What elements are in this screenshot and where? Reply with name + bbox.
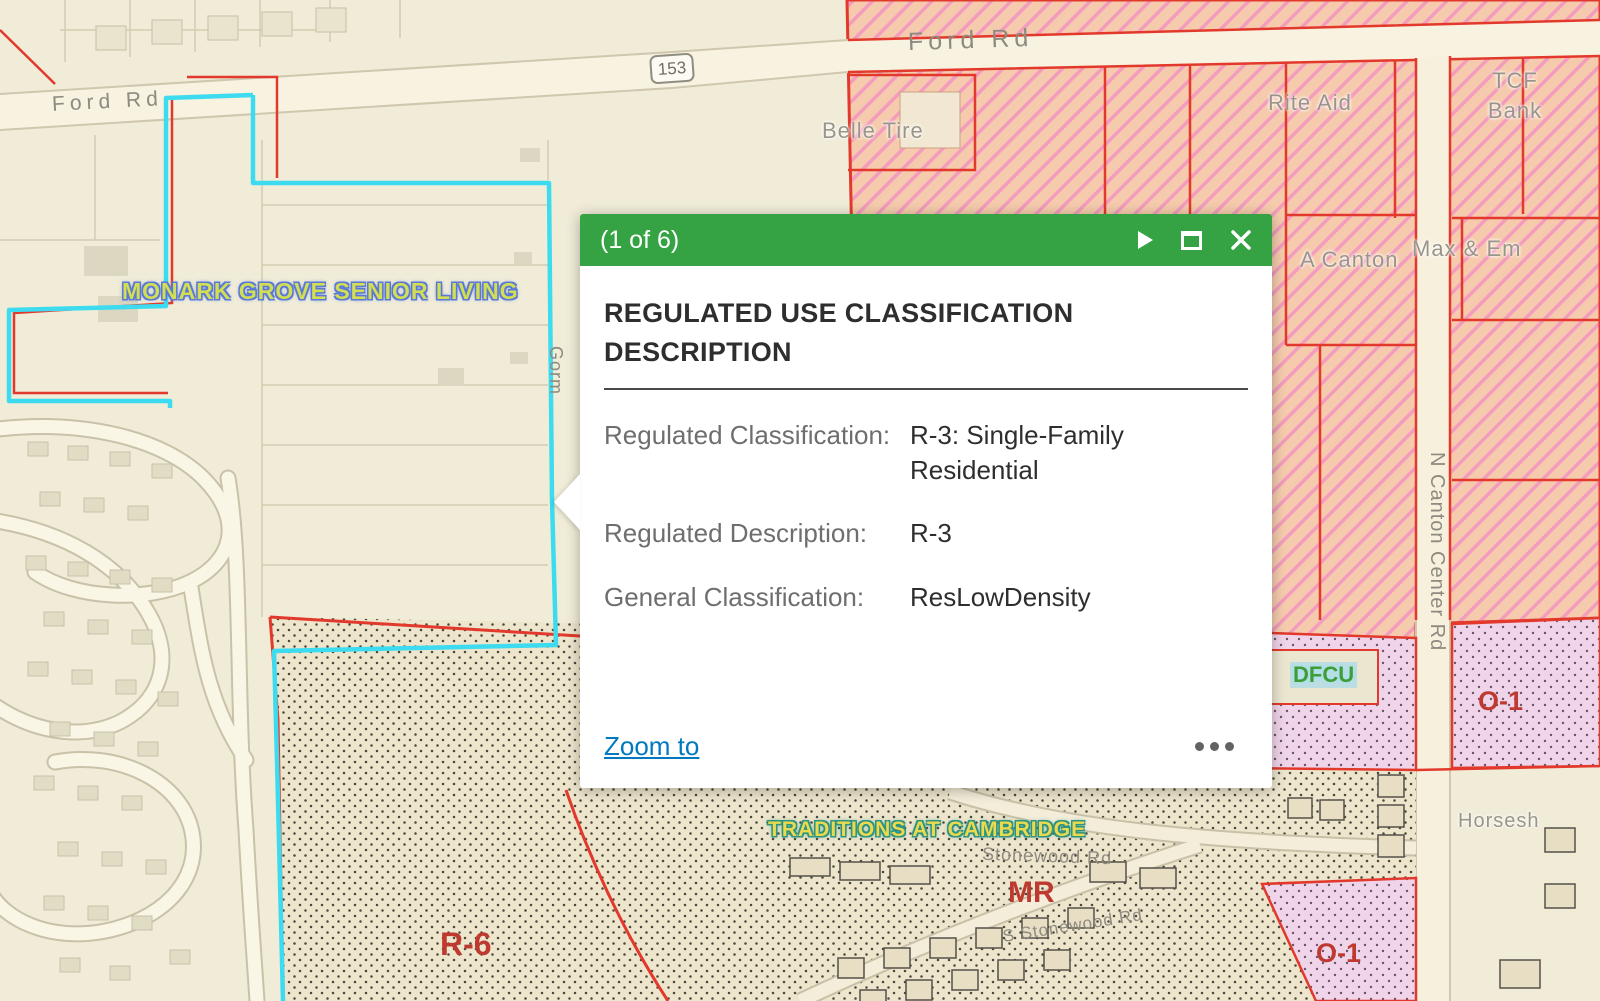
close-icon: [1230, 229, 1252, 251]
attribute-table: Regulated Classification: R-3: Single-Fa…: [604, 418, 1248, 614]
popup-header[interactable]: (1 of 6): [580, 214, 1272, 266]
maximize-icon: [1181, 231, 1202, 250]
zoom-to-link[interactable]: Zoom to: [604, 731, 699, 762]
feature-popup: (1 of 6) REGULATED US: [580, 214, 1272, 788]
field-value-regulated-classification: R-3: Single-Family Residential: [910, 418, 1248, 488]
next-feature-button[interactable]: [1138, 231, 1153, 249]
overflow-menu-button[interactable]: [1195, 742, 1234, 751]
field-value-general-classification: ResLowDensity: [910, 580, 1248, 615]
maximize-button[interactable]: [1181, 231, 1202, 250]
popup-divider: [604, 388, 1248, 390]
popup-pager: (1 of 6): [600, 226, 679, 255]
field-label-regulated-classification: Regulated Classification:: [604, 418, 906, 488]
field-label-general-classification: General Classification:: [604, 580, 906, 615]
field-label-regulated-description: Regulated Description:: [604, 516, 906, 551]
map-canvas[interactable]: Ford Rd 153 Ford Rd Belle Tire Rite Aid …: [0, 0, 1600, 1001]
play-icon: [1138, 231, 1153, 249]
field-value-regulated-description: R-3: [910, 516, 1248, 551]
popup-title: REGULATED USE CLASSIFICATION DESCRIPTION: [604, 266, 1164, 372]
popup-pointer: [554, 474, 580, 530]
ellipsis-icon: [1195, 742, 1204, 751]
close-button[interactable]: [1230, 229, 1252, 251]
